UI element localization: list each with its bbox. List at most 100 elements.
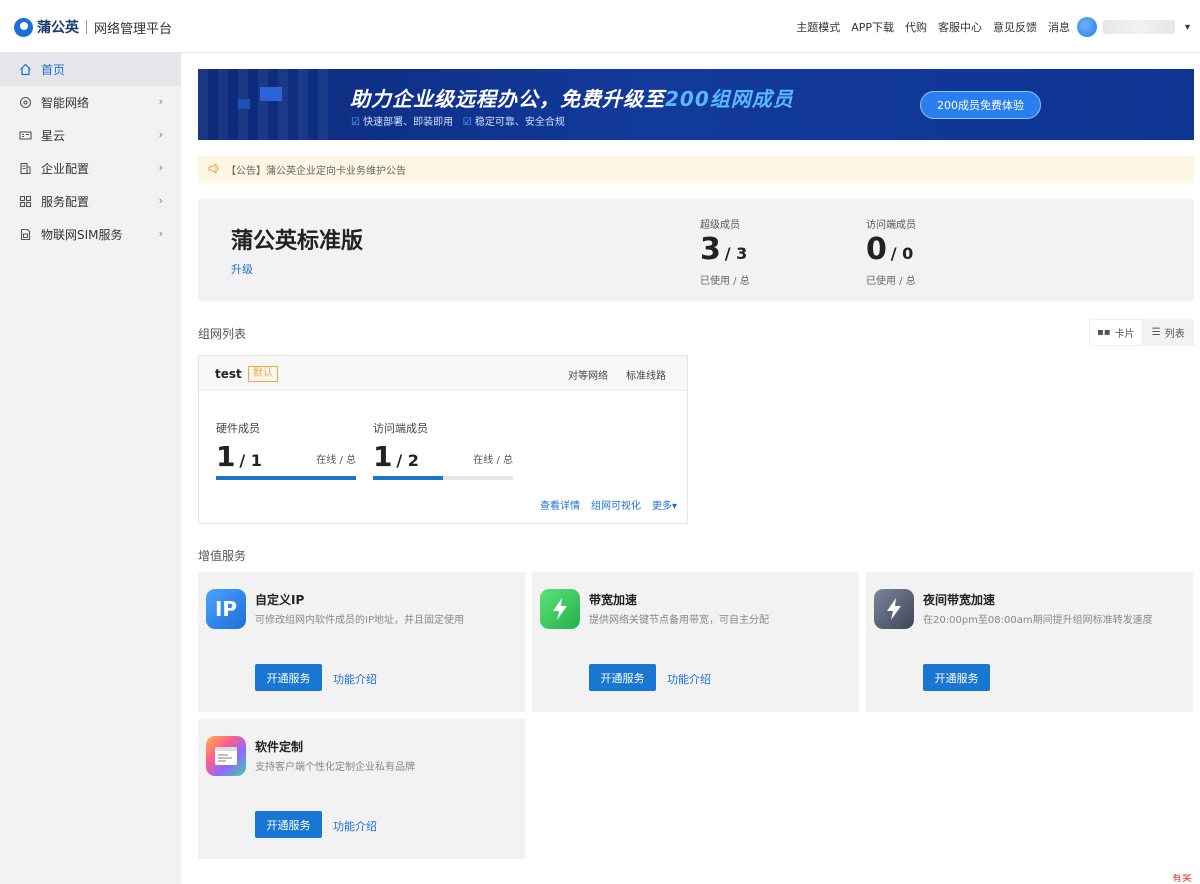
floating-promo-tab[interactable]: 有奖: [1160, 874, 1200, 884]
feature-intro-link[interactable]: 功能介绍: [333, 818, 377, 834]
feature-intro-link[interactable]: 功能介绍: [333, 671, 377, 687]
check-icon: ☑: [462, 117, 472, 128]
banner-title-main: 助力企业级远程办公，免费升级至: [350, 87, 665, 111]
member-progress: [216, 476, 356, 480]
network-card-actions: 查看详情 组网可视化 更多▾: [529, 497, 677, 512]
view-card-button[interactable]: ▪▪ 卡片: [1089, 319, 1143, 346]
member-label: 硬件成员: [216, 422, 260, 435]
avatar[interactable]: [1076, 17, 1097, 37]
sidebar-item-smart-network[interactable]: 智能网络 ›: [0, 86, 181, 119]
upgrade-link[interactable]: 升级: [231, 261, 253, 277]
banner-title: 助力企业级远程办公，免费升级至200组网成员: [350, 83, 794, 112]
view-details-link[interactable]: 查看详情: [540, 497, 580, 512]
sidebar-item-label: 智能网络: [41, 96, 90, 110]
access-members: 访问端成员 1 / 2 在线 / 总: [373, 420, 513, 480]
activate-service-button[interactable]: 开通服务: [923, 664, 990, 691]
cloud-device-icon: [18, 129, 32, 143]
stat-value: 0 / 0: [866, 233, 916, 272]
member-progress-fill: [216, 476, 356, 480]
stat-label: 访问端成员: [866, 220, 916, 231]
notice-text[interactable]: 【公告】蒲公英企业定向卡业务维护公告: [226, 162, 406, 177]
nav-app-download[interactable]: APP下载: [851, 19, 894, 35]
logo-name: 蒲公英: [37, 20, 79, 36]
stat-footnote: 已使用 / 总: [700, 276, 750, 287]
user-menu[interactable]: ▾: [1076, 17, 1190, 37]
network-line-tag: 标准线路: [626, 371, 666, 382]
sim-icon: [18, 228, 32, 242]
member-progress-fill: [373, 476, 443, 480]
member-unit: 在线 / 总: [473, 455, 513, 466]
nav-messages[interactable]: 消息: [1048, 19, 1070, 35]
member-value: 1 / 2 在线 / 总: [373, 440, 513, 476]
service-title: 自定义IP: [255, 593, 305, 607]
network-card[interactable]: test 默认 对等网络 标准线路 硬件成员 1 / 1 在线 / 总 访问端成…: [198, 355, 688, 524]
free-trial-button[interactable]: 200成员免费体验: [920, 91, 1041, 119]
sidebar-item-label: 企业配置: [41, 162, 90, 176]
service-title: 软件定制: [255, 740, 304, 754]
grid-icon: [18, 195, 32, 209]
sidebar-item-service-config[interactable]: 服务配置 ›: [0, 185, 181, 218]
ip-icon: IP: [206, 589, 246, 629]
logo-subtitle: 网络管理平台: [94, 21, 173, 37]
network-card-header: test 默认 对等网络 标准线路: [199, 356, 687, 391]
logo-divider: [86, 20, 87, 34]
member-total: / 1: [239, 451, 262, 470]
stat-super-members: 超级成员 3 / 3 已使用 / 总: [700, 216, 750, 287]
stat-used: 3: [700, 232, 721, 267]
hardware-members: 硬件成员 1 / 1 在线 / 总: [216, 420, 356, 480]
stat-access-members: 访问端成员 0 / 0 已使用 / 总: [866, 216, 916, 287]
member-online: 1: [216, 440, 236, 473]
promo-banner[interactable]: 助力企业级远程办公，免费升级至200组网成员 ☑ 快速部署、即装即用 ☑ 稳定可…: [198, 69, 1194, 140]
plan-name: 蒲公英标准版: [231, 229, 364, 254]
user-name-blurred: [1102, 20, 1175, 34]
sidebar-item-nebula[interactable]: 星云 ›: [0, 119, 181, 152]
chevron-right-icon: ›: [158, 128, 163, 141]
nav-purchase[interactable]: 代购: [905, 19, 927, 35]
stat-value: 3 / 3: [700, 233, 750, 272]
feature-intro-link[interactable]: 功能介绍: [667, 671, 711, 687]
sidebar-item-home[interactable]: 首页: [0, 53, 181, 86]
service-description: 在20:00pm至08:00am期间提升组网标准转发速度: [923, 615, 1153, 626]
chevron-right-icon: ›: [158, 194, 163, 207]
nav-support[interactable]: 客服中心: [938, 19, 982, 35]
service-description: 可修改组网内软件成员的IP地址，并且固定使用: [255, 615, 464, 626]
banner-decoration-block: [260, 87, 282, 101]
network-visualization-link[interactable]: 组网可视化: [591, 497, 641, 512]
stat-label: 超级成员: [700, 220, 740, 231]
nav-feedback[interactable]: 意见反馈: [993, 19, 1037, 35]
activate-service-button[interactable]: 开通服务: [255, 811, 322, 838]
stat-total: / 3: [724, 244, 748, 263]
network-list-title: 组网列表: [198, 327, 247, 341]
sidebar-item-label: 星云: [41, 129, 66, 143]
more-dropdown[interactable]: 更多▾: [652, 497, 677, 512]
view-list-button[interactable]: ☰ 列表: [1143, 319, 1195, 346]
home-icon: [18, 63, 32, 77]
view-card-label: 卡片: [1114, 329, 1135, 340]
list-icon: ☰: [1151, 327, 1161, 338]
stat-total: / 0: [890, 244, 914, 263]
chevron-down-icon[interactable]: ▾: [1185, 22, 1190, 33]
network-name[interactable]: test: [215, 367, 242, 381]
chevron-right-icon: ›: [158, 227, 163, 240]
banner-feature: 稳定可靠、安全合规: [474, 117, 565, 128]
activate-service-button[interactable]: 开通服务: [255, 664, 322, 691]
chevron-right-icon: ›: [158, 161, 163, 174]
sidebar-item-iot-sim[interactable]: 物联网SIM服务 ›: [0, 218, 181, 251]
banner-decoration: [198, 69, 338, 140]
service-card-custom-ip: IP 自定义IP 可修改组网内软件成员的IP地址，并且固定使用 开通服务 功能介…: [198, 572, 525, 712]
top-header: 蒲公英 网络管理平台 主题模式 APP下载 代购 客服中心 意见反馈 消息 ▾: [0, 0, 1200, 53]
stat-footnote: 已使用 / 总: [866, 276, 916, 287]
megaphone-icon: [208, 162, 220, 177]
sidebar-item-enterprise-config[interactable]: 企业配置 ›: [0, 152, 181, 185]
member-total: / 2: [396, 451, 419, 470]
banner-features: ☑ 快速部署、即装即用 ☑ 稳定可靠、安全合规: [351, 113, 565, 128]
main-content: 助力企业级远程办公，免费升级至200组网成员 ☑ 快速部署、即装即用 ☑ 稳定可…: [181, 53, 1200, 884]
notice-bar[interactable]: 【公告】蒲公英企业定向卡业务维护公告: [198, 156, 1194, 183]
logo[interactable]: 蒲公英 网络管理平台: [14, 15, 172, 39]
service-title: 夜间带宽加速: [923, 593, 996, 607]
banner-title-highlight: 200组网成员: [665, 87, 794, 111]
activate-service-button[interactable]: 开通服务: [589, 664, 656, 691]
ip-icon-text: IP: [214, 597, 238, 621]
logo-mark-icon: [14, 17, 33, 37]
nav-theme-mode[interactable]: 主题模式: [796, 19, 840, 35]
